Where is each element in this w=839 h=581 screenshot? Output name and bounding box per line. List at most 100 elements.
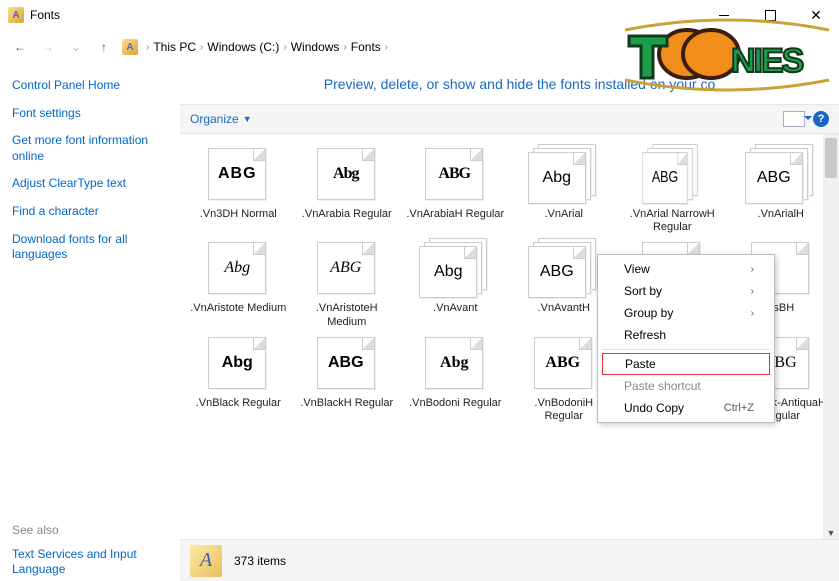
status-count: 373 items <box>234 554 286 568</box>
chevron-right-icon: › <box>751 286 754 297</box>
font-item[interactable]: ABG .VnArial NarrowH Regular <box>620 144 725 234</box>
chevron-right-icon: › <box>343 42 346 53</box>
menu-label: Refresh <box>624 328 666 342</box>
chevron-right-icon: › <box>283 42 286 53</box>
font-item[interactable]: ABG .VnArabiaH Regular <box>403 144 508 234</box>
window-title: Fonts <box>30 8 60 22</box>
font-thumbnail: ABG <box>311 238 383 298</box>
menu-label: View <box>624 262 650 276</box>
menu-label: Sort by <box>624 284 662 298</box>
breadcrumb-item[interactable]: This PC <box>153 40 196 54</box>
font-label: .VnBlack Regular <box>196 397 281 410</box>
sidebar-home[interactable]: Control Panel Home <box>12 78 168 94</box>
up-button[interactable]: ↑ <box>94 37 114 57</box>
font-thumbnail: ABG <box>528 333 600 393</box>
vertical-scrollbar[interactable]: ▲ ▼ <box>823 134 839 541</box>
menu-paste-shortcut: Paste shortcut <box>600 375 772 397</box>
help-icon[interactable]: ? <box>813 111 829 127</box>
chevron-right-icon: › <box>200 42 203 53</box>
minimize-button[interactable] <box>701 0 747 30</box>
font-thumbnail: ABG <box>745 144 817 204</box>
view-options-button[interactable] <box>783 111 805 127</box>
fonts-folder-icon: A <box>190 545 222 577</box>
font-thumbnail: ABG <box>636 144 708 204</box>
font-thumbnail: ABG <box>311 333 383 393</box>
menu-view[interactable]: View › <box>600 258 772 280</box>
app-icon: A <box>8 7 24 23</box>
font-item[interactable]: ABG .VnArialH <box>729 144 834 234</box>
see-also-label: See also <box>12 523 168 537</box>
organize-label: Organize <box>190 112 239 126</box>
sidebar: Control Panel Home Font settings Get mor… <box>0 64 180 581</box>
menu-sort-by[interactable]: Sort by › <box>600 280 772 302</box>
maximize-button[interactable] <box>747 0 793 30</box>
breadcrumb-item[interactable]: Windows (C:) <box>207 40 279 54</box>
sidebar-link[interactable]: Adjust ClearType text <box>12 176 168 192</box>
font-label: .VnAvant <box>433 302 477 315</box>
menu-label: Undo Copy <box>624 401 684 415</box>
font-thumbnail: Abg <box>311 144 383 204</box>
nav-bar: ← → ⌄ ↑ A › This PC › Windows (C:) › Win… <box>0 30 839 64</box>
content-header: Preview, delete, or show and hide the fo… <box>180 64 839 104</box>
chevron-right-icon: › <box>385 42 388 53</box>
font-label: .VnArial <box>544 208 583 221</box>
address-icon: A <box>122 39 138 55</box>
font-item[interactable]: Abg .VnArial <box>512 144 617 234</box>
font-thumbnail: Abg <box>202 238 274 298</box>
font-item[interactable]: ABG .VnBlackH Regular <box>295 333 400 423</box>
font-item[interactable]: ABG.Vn3DH Normal <box>186 144 291 234</box>
menu-label: Paste <box>625 357 656 371</box>
font-item[interactable]: Abg .VnBodoni Regular <box>403 333 508 423</box>
breadcrumb-item[interactable]: Windows <box>291 40 340 54</box>
menu-refresh[interactable]: Refresh <box>600 324 772 346</box>
menu-undo-copy[interactable]: Undo Copy Ctrl+Z <box>600 397 772 419</box>
font-item[interactable]: Abg .VnBlack Regular <box>186 333 291 423</box>
font-thumbnail: Abg <box>202 333 274 393</box>
font-label: .VnAristoteH Medium <box>297 302 397 328</box>
font-label: .VnAvantH <box>538 302 590 315</box>
font-thumbnail: ABG <box>419 144 491 204</box>
font-thumbnail: Abg <box>528 144 600 204</box>
breadcrumb-item[interactable]: Fonts <box>351 40 381 54</box>
chevron-right-icon: › <box>751 308 754 319</box>
status-bar: A 373 items <box>180 539 839 581</box>
chevron-right-icon: › <box>146 42 149 53</box>
menu-label: Group by <box>624 306 673 320</box>
menu-paste[interactable]: Paste <box>602 353 770 375</box>
font-item[interactable]: Abg .VnAvant <box>403 238 508 328</box>
font-label: .VnArabiaH Regular <box>406 208 504 221</box>
scroll-thumb[interactable] <box>825 138 837 178</box>
close-button[interactable]: ✕ <box>793 0 839 30</box>
font-label: .Vn3DH Normal <box>200 208 277 221</box>
sidebar-link[interactable]: Download fonts for all languages <box>12 232 168 263</box>
font-item[interactable]: Abg .VnArabia Regular <box>295 144 400 234</box>
font-label: .VnArialH <box>758 208 804 221</box>
font-thumbnail: ABG <box>528 238 600 298</box>
font-label: .VnArial NarrowH Regular <box>622 208 722 234</box>
chevron-right-icon: › <box>751 264 754 275</box>
font-item[interactable]: ABG .VnAristoteH Medium <box>295 238 400 328</box>
forward-button[interactable]: → <box>38 37 58 57</box>
sidebar-link[interactable]: Find a character <box>12 204 168 220</box>
font-thumbnail: Abg <box>419 238 491 298</box>
font-item[interactable]: Abg .VnAristote Medium <box>186 238 291 328</box>
toolbar: Organize ▼ ? <box>180 104 839 134</box>
font-label: .VnAristote Medium <box>190 302 286 315</box>
menu-label: Paste shortcut <box>624 379 701 393</box>
recent-dropdown[interactable]: ⌄ <box>66 37 86 57</box>
font-label: .VnBodoni Regular <box>409 397 501 410</box>
font-label: .VnArabia Regular <box>302 208 392 221</box>
breadcrumb[interactable]: › This PC › Windows (C:) › Windows › Fon… <box>146 40 388 54</box>
organize-button[interactable]: Organize ▼ <box>190 112 252 126</box>
menu-separator <box>602 349 770 350</box>
sidebar-link[interactable]: Font settings <box>12 106 168 122</box>
window-controls: ✕ <box>701 0 839 30</box>
sidebar-link[interactable]: Get more font information online <box>12 133 168 164</box>
context-menu: View › Sort by › Group by › Refresh Past… <box>597 254 775 423</box>
back-button[interactable]: ← <box>10 37 30 57</box>
menu-group-by[interactable]: Group by › <box>600 302 772 324</box>
sidebar-see-also-link[interactable]: Text Services and Input Language <box>12 547 168 578</box>
font-label: .VnBlackH Regular <box>300 397 393 410</box>
font-thumbnail: Abg <box>419 333 491 393</box>
menu-shortcut: Ctrl+Z <box>724 402 754 414</box>
